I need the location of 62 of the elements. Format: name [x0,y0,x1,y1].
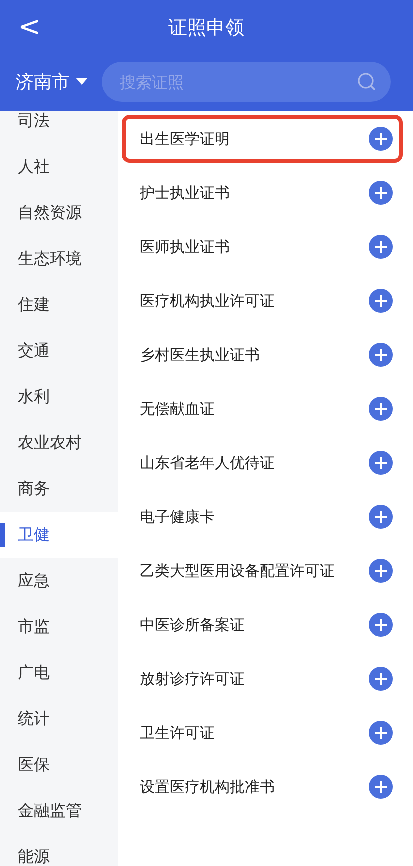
certificate-name: 护士执业证书 [140,184,230,202]
certificate-name: 无偿献血证 [140,400,215,418]
certificate-item[interactable]: 出生医学证明 [122,115,403,163]
search-field[interactable]: 搜索证照 [102,62,391,102]
certificate-item[interactable]: 中医诊所备案证 [122,601,403,649]
add-icon[interactable] [369,343,393,367]
category-tab[interactable]: 住建 [0,282,118,328]
category-tab[interactable]: 市监 [0,604,118,650]
add-icon[interactable] [369,775,393,799]
certificate-name: 山东省老年人优待证 [140,454,275,472]
add-icon[interactable] [369,505,393,529]
certificate-name: 卫生许可证 [140,724,215,742]
search-icon [357,72,377,92]
category-tab[interactable]: 人社 [0,144,118,190]
certificate-item[interactable]: 乙类大型医用设备配置许可证 [122,547,403,595]
certificate-item[interactable]: 山东省老年人优待证 [122,439,403,487]
category-tab[interactable]: 统计 [0,696,118,742]
category-tab[interactable]: 能源 [0,834,118,866]
certificate-name: 医师执业证书 [140,238,230,256]
certificate-item[interactable]: 乡村医生执业证书 [122,331,403,379]
certificate-item[interactable]: 放射诊疗许可证 [122,655,403,703]
certificate-name: 中医诊所备案证 [140,616,245,634]
category-tab[interactable]: 交通 [0,328,118,374]
certificate-item[interactable]: 医师执业证书 [122,223,403,271]
add-icon[interactable] [369,235,393,259]
certificate-item[interactable]: 无偿献血证 [122,385,403,433]
certificate-name: 出生医学证明 [140,130,230,148]
category-tab[interactable]: 应急 [0,558,118,604]
certificate-item[interactable]: 护士执业证书 [122,169,403,217]
certificate-item[interactable]: 电子健康卡 [122,493,403,541]
category-tab[interactable]: 水利 [0,374,118,420]
back-button[interactable]: < [14,10,46,43]
category-tab[interactable]: 生态环境 [0,236,118,282]
certificate-name: 电子健康卡 [140,508,215,526]
add-icon[interactable] [369,613,393,637]
certificate-item[interactable]: 设置医疗机构批准书 [122,763,403,811]
certificate-name: 乙类大型医用设备配置许可证 [140,562,335,580]
certificate-item[interactable]: 医疗机构执业许可证 [122,277,403,325]
category-tab[interactable]: 司法 [0,111,118,144]
category-tab[interactable]: 农业农村 [0,420,118,466]
add-icon[interactable] [369,289,393,313]
certificate-item[interactable]: 卫生许可证 [122,709,403,757]
add-icon[interactable] [369,667,393,691]
certificate-name: 放射诊疗许可证 [140,670,245,688]
certificate-name: 乡村医生执业证书 [140,346,260,364]
category-tab[interactable]: 金融监管 [0,788,118,834]
add-icon[interactable] [369,451,393,475]
caret-icon [76,78,88,86]
add-icon[interactable] [369,181,393,205]
add-icon[interactable] [369,559,393,583]
add-icon[interactable] [369,721,393,745]
certificate-name: 设置医疗机构批准书 [140,778,275,796]
page-title: 证照申领 [168,16,244,41]
category-tab[interactable]: 卫健 [0,512,118,558]
add-icon[interactable] [369,397,393,421]
add-icon[interactable] [369,127,393,151]
category-tab[interactable]: 广电 [0,650,118,696]
category-tab[interactable]: 自然资源 [0,190,118,236]
certificate-name: 医疗机构执业许可证 [140,292,275,310]
category-tab[interactable]: 医保 [0,742,118,788]
category-tab[interactable]: 商务 [0,466,118,512]
city-dropdown[interactable]: 济南市 [16,70,88,94]
